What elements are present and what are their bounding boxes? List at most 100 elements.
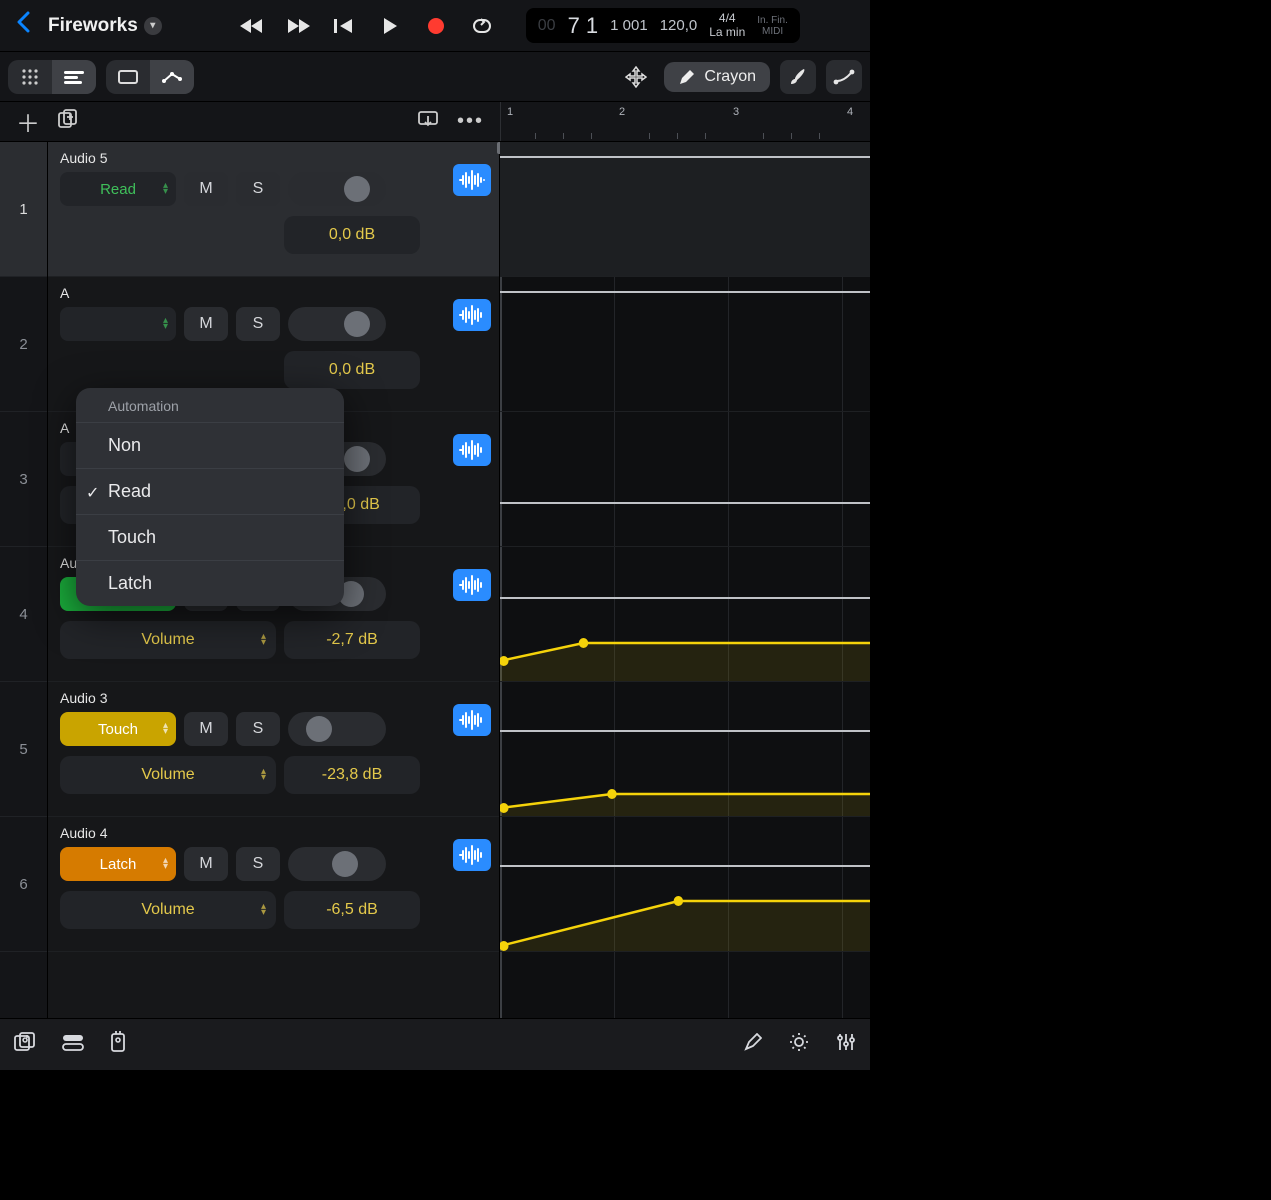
ruler-tick: 3 <box>733 106 739 118</box>
add-track-button[interactable]: ＋ <box>16 104 40 139</box>
automation-mode-chip[interactable]: ▴▾ <box>60 307 176 341</box>
solo-button[interactable]: S <box>236 847 280 881</box>
pan-slider[interactable] <box>288 307 386 341</box>
catch-playhead-button[interactable] <box>417 110 439 133</box>
automation-lane[interactable] <box>500 817 870 952</box>
transport-controls <box>234 10 500 42</box>
move-tool-button[interactable] <box>618 60 654 94</box>
automation-mode-popup: Automation Non ✓Read Touch Latch <box>76 388 344 606</box>
automation-value[interactable]: -6,5 dB <box>284 891 420 929</box>
pan-slider[interactable] <box>288 172 386 206</box>
automation-lane[interactable] <box>500 142 870 277</box>
more-menu-button[interactable]: ••• <box>457 110 484 133</box>
topbar: Fireworks ▾ 00 7 1 1 001 120,0 4/4 La mi… <box>0 0 870 52</box>
waveform-icon <box>453 704 491 736</box>
timeline[interactable] <box>500 142 870 1018</box>
lcd-inout: In. Fin. <box>757 15 788 26</box>
curve-tool[interactable] <box>826 60 862 94</box>
brush-tool[interactable] <box>780 60 816 94</box>
lcd-display[interactable]: 00 7 1 1 001 120,0 4/4 La min In. Fin. M… <box>526 8 800 42</box>
waveform-icon <box>453 164 491 196</box>
duplicate-track-button[interactable] <box>58 109 78 134</box>
controls-icon[interactable] <box>62 1033 84 1056</box>
automation-value[interactable]: -2,7 dB <box>284 621 420 659</box>
go-to-start-button[interactable] <box>326 10 362 42</box>
record-button[interactable] <box>418 10 454 42</box>
ruler[interactable]: 1 2 3 4 <box>500 102 870 141</box>
mute-button[interactable]: M <box>184 847 228 881</box>
popup-item-read[interactable]: ✓Read <box>76 469 344 515</box>
crayon-tool[interactable]: Crayon <box>664 62 770 92</box>
ruler-tick: 2 <box>619 106 625 118</box>
track-number[interactable]: 6 <box>0 817 47 952</box>
track-header[interactable]: Audio 5 Read▴▾ M S 0,0 dB <box>48 142 499 277</box>
chevron-down-icon: ▾ <box>144 17 162 35</box>
waveform-icon <box>453 569 491 601</box>
crayon-label: Crayon <box>704 68 756 86</box>
automation-mode-chip[interactable]: Touch▴▾ <box>60 712 176 746</box>
track-header[interactable]: Audio 4 Latch▴▾ M S Volume▴▾ -6,5 dB <box>48 817 499 952</box>
automation-lane[interactable] <box>500 547 870 682</box>
cycle-button[interactable] <box>464 10 500 42</box>
project-title[interactable]: Fireworks ▾ <box>48 15 162 37</box>
automation-param[interactable]: Volume▴▾ <box>60 621 276 659</box>
edit-icon[interactable] <box>744 1033 762 1056</box>
popup-header: Automation <box>76 388 344 423</box>
track-view-button[interactable] <box>52 60 96 94</box>
project-title-text: Fireworks <box>48 15 138 37</box>
back-button[interactable] <box>10 11 36 40</box>
track-number[interactable]: 2 <box>0 277 47 412</box>
lcd-beat: 1 001 <box>610 17 648 34</box>
popup-item-non[interactable]: Non <box>76 423 344 469</box>
automation-lane[interactable] <box>500 277 870 412</box>
plugin-icon[interactable] <box>110 1031 126 1058</box>
pencil-icon <box>678 68 696 86</box>
solo-button[interactable]: S <box>236 307 280 341</box>
track-header[interactable]: Audio 3 Touch▴▾ M S Volume▴▾ -23,8 dB <box>48 682 499 817</box>
mute-button[interactable]: M <box>184 172 228 206</box>
mute-button[interactable]: M <box>184 307 228 341</box>
automation-param[interactable]: Volume▴▾ <box>60 891 276 929</box>
solo-button[interactable]: S <box>236 172 280 206</box>
track-name: Audio 3 <box>60 690 107 706</box>
automation-mode-chip[interactable]: Read▴▾ <box>60 172 176 206</box>
automation-mode-chip[interactable]: Latch▴▾ <box>60 847 176 881</box>
mixer-icon[interactable] <box>836 1032 856 1057</box>
pan-slider[interactable] <box>288 712 386 746</box>
forward-button[interactable] <box>280 10 316 42</box>
popup-item-touch[interactable]: Touch <box>76 515 344 561</box>
track-name: Audio 4 <box>60 825 107 841</box>
waveform-icon <box>453 299 491 331</box>
pan-slider[interactable] <box>288 847 386 881</box>
track-number[interactable]: 3 <box>0 412 47 547</box>
lcd-key: La min <box>709 26 745 39</box>
automation-value[interactable]: 0,0 dB <box>284 216 420 254</box>
solo-button[interactable]: S <box>236 712 280 746</box>
lcd-bar: 7 1 <box>568 13 599 39</box>
track-name: A <box>60 420 69 436</box>
popup-item-latch[interactable]: Latch <box>76 561 344 606</box>
subheader: ＋ ••• 1 2 3 4 <box>0 102 870 142</box>
rewind-button[interactable] <box>234 10 270 42</box>
region-automation-segment <box>106 60 194 94</box>
track-name: Audio 5 <box>60 150 107 166</box>
automation-value[interactable]: 0,0 dB <box>284 351 420 389</box>
automation-lane[interactable] <box>500 412 870 547</box>
automation-value[interactable]: -23,8 dB <box>284 756 420 794</box>
play-button[interactable] <box>372 10 408 42</box>
ruler-tick: 4 <box>847 106 853 118</box>
bottombar <box>0 1018 870 1070</box>
brightness-icon[interactable] <box>788 1031 810 1058</box>
automation-view-button[interactable] <box>150 60 194 94</box>
automation-param[interactable]: Volume▴▾ <box>60 756 276 794</box>
track-number[interactable]: 4 <box>0 547 47 682</box>
automation-lane[interactable] <box>500 682 870 817</box>
mute-button[interactable]: M <box>184 712 228 746</box>
toolbar: Crayon <box>0 52 870 102</box>
grid-view-button[interactable] <box>8 60 52 94</box>
track-number[interactable]: 1 <box>0 142 47 277</box>
track-number[interactable]: 5 <box>0 682 47 817</box>
library-icon[interactable] <box>14 1032 36 1057</box>
waveform-icon <box>453 839 491 871</box>
region-view-button[interactable] <box>106 60 150 94</box>
